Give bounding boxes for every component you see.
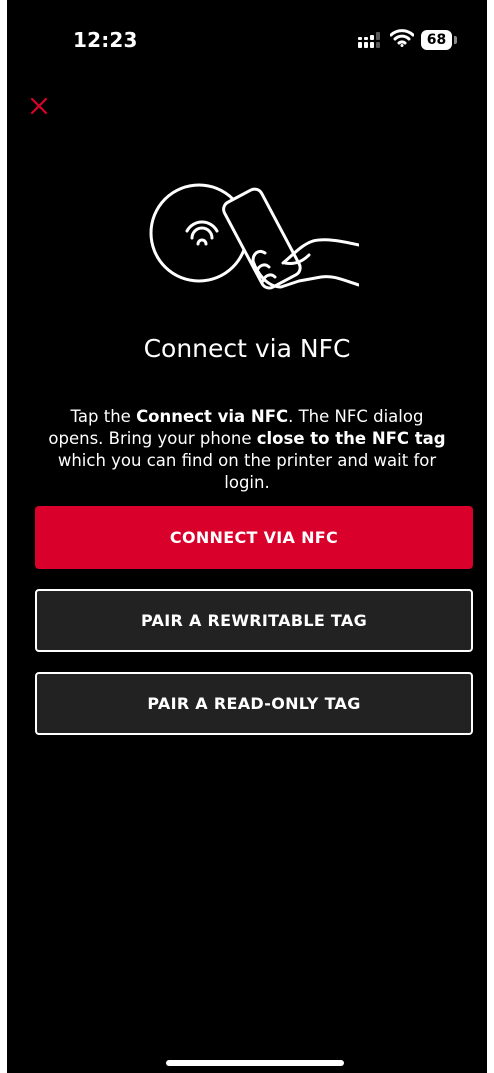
signal-icon [358,32,380,48]
home-indicator[interactable] [166,1060,344,1066]
close-button[interactable] [27,94,51,118]
battery-icon: 68 [421,30,457,50]
pair-rewritable-tag-button[interactable]: PAIR A REWRITABLE TAG [35,589,473,652]
instructions-part-1: Tap the [70,407,137,426]
battery-tip [454,36,457,44]
connect-via-nfc-button[interactable]: CONNECT VIA NFC [35,506,473,569]
instructions-part-3: which you can find on the printer and wa… [57,451,437,492]
status-time: 12:23 [73,28,138,52]
instructions-bold-2: close to the NFC tag [256,429,446,448]
page-title: Connect via NFC [143,334,351,363]
battery-level: 68 [421,30,452,50]
wifi-icon [390,29,414,47]
nfc-phone-tap-icon [149,183,359,290]
instructions-text: Tap the Connect via NFC. The NFC dialog … [41,406,453,494]
app-screen: 12:23 68 Connect via NFC Tap the Connect… [7,0,487,1073]
close-icon [30,97,48,115]
instructions-bold-1: Connect via NFC [136,407,289,426]
pair-read-only-tag-button[interactable]: PAIR A READ-ONLY TAG [35,672,473,735]
